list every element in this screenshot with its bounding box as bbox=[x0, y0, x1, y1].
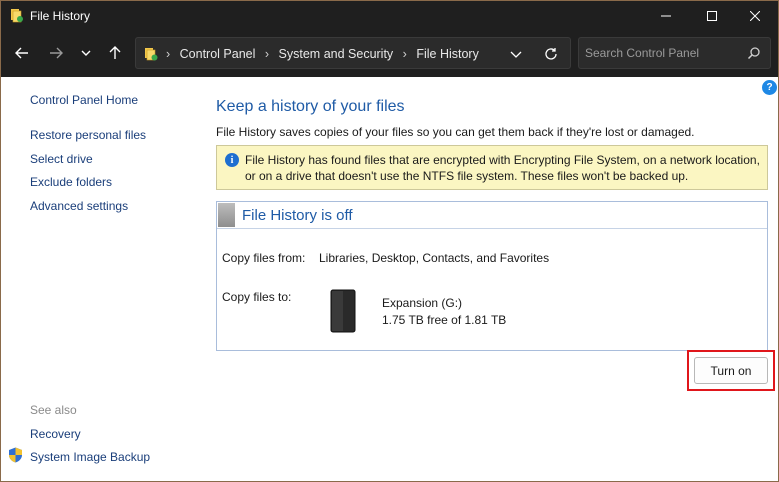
back-button[interactable] bbox=[10, 41, 34, 65]
breadcrumb-system-and-security[interactable]: System and Security bbox=[279, 47, 394, 61]
sidebar-link-recovery[interactable]: Recovery bbox=[30, 427, 81, 441]
see-also-heading: See also bbox=[30, 403, 77, 417]
turn-on-button[interactable]: Turn on bbox=[694, 357, 768, 384]
status-indicator-bar bbox=[218, 203, 235, 227]
search-icon[interactable] bbox=[747, 46, 761, 60]
refresh-icon bbox=[545, 48, 557, 60]
copy-from-label: Copy files from: bbox=[222, 251, 306, 265]
arrow-up-icon bbox=[109, 46, 121, 59]
breadcrumb-file-history[interactable]: File History bbox=[416, 47, 479, 61]
copy-from-value: Libraries, Desktop, Contacts, and Favori… bbox=[319, 251, 550, 265]
page-title: Keep a history of your files bbox=[216, 98, 405, 115]
status-title: File History is off bbox=[242, 207, 353, 224]
address-box[interactable]: › Control Panel › System and Security › … bbox=[135, 37, 571, 69]
copy-to-label: Copy files to: bbox=[222, 290, 292, 304]
minimize-icon bbox=[661, 15, 671, 17]
info-icon: i bbox=[225, 153, 239, 167]
help-icon[interactable]: ? bbox=[762, 80, 777, 95]
forward-button[interactable] bbox=[44, 41, 68, 65]
drive-free-space: 1.75 TB free of 1.81 TB bbox=[382, 313, 507, 327]
up-button[interactable] bbox=[103, 41, 127, 65]
close-button[interactable] bbox=[732, 1, 778, 31]
sidebar-link-control-panel-home[interactable]: Control Panel Home bbox=[30, 93, 138, 107]
maximize-button[interactable] bbox=[689, 1, 735, 31]
sidebar-link-restore-personal-files[interactable]: Restore personal files bbox=[30, 128, 146, 142]
arrow-right-icon bbox=[50, 47, 63, 59]
navigation-bar: › Control Panel › System and Security › … bbox=[1, 31, 778, 77]
file-history-window: File History › Control Panel › System an… bbox=[0, 0, 779, 482]
arrow-left-icon bbox=[15, 47, 28, 59]
sidebar-link-advanced-settings[interactable]: Advanced settings bbox=[30, 199, 128, 213]
sidebar-link-exclude-folders[interactable]: Exclude folders bbox=[30, 175, 112, 189]
search-input[interactable] bbox=[585, 44, 740, 62]
uac-shield-icon bbox=[9, 447, 22, 463]
sidebar-link-system-image-backup[interactable]: System Image Backup bbox=[30, 450, 150, 464]
file-history-app-icon bbox=[11, 9, 23, 23]
chevron-down-icon bbox=[510, 51, 522, 58]
breadcrumb-separator[interactable]: › bbox=[403, 47, 407, 61]
close-icon bbox=[750, 11, 760, 21]
chevron-down-icon bbox=[81, 50, 91, 56]
window-title: File History bbox=[30, 9, 91, 23]
address-history-dropdown[interactable] bbox=[505, 46, 527, 62]
sidebar-link-select-drive[interactable]: Select drive bbox=[30, 152, 93, 166]
encryption-warning-banner: i File History has found files that are … bbox=[216, 145, 768, 190]
breadcrumb-control-panel[interactable]: Control Panel bbox=[180, 47, 256, 61]
recent-locations-button[interactable] bbox=[74, 41, 98, 65]
breadcrumb: › Control Panel › System and Security › … bbox=[166, 47, 479, 61]
title-bar: File History bbox=[1, 1, 778, 31]
page-description: File History saves copies of your files … bbox=[216, 125, 695, 139]
file-history-folder-icon bbox=[145, 48, 158, 61]
refresh-button[interactable] bbox=[540, 44, 562, 64]
search-box bbox=[578, 37, 771, 69]
file-history-status-panel: File History is off Copy files from: Lib… bbox=[216, 201, 768, 351]
external-drive-icon bbox=[330, 289, 356, 333]
content-area: ? Control Panel Home Restore personal fi… bbox=[1, 77, 778, 481]
drive-name: Expansion (G:) bbox=[382, 296, 463, 310]
maximize-icon bbox=[707, 11, 717, 21]
status-header: File History is off bbox=[217, 202, 767, 229]
minimize-button[interactable] bbox=[643, 1, 689, 31]
breadcrumb-separator: › bbox=[166, 47, 171, 61]
breadcrumb-separator[interactable]: › bbox=[265, 47, 269, 61]
info-message: File History has found files that are en… bbox=[245, 153, 760, 183]
